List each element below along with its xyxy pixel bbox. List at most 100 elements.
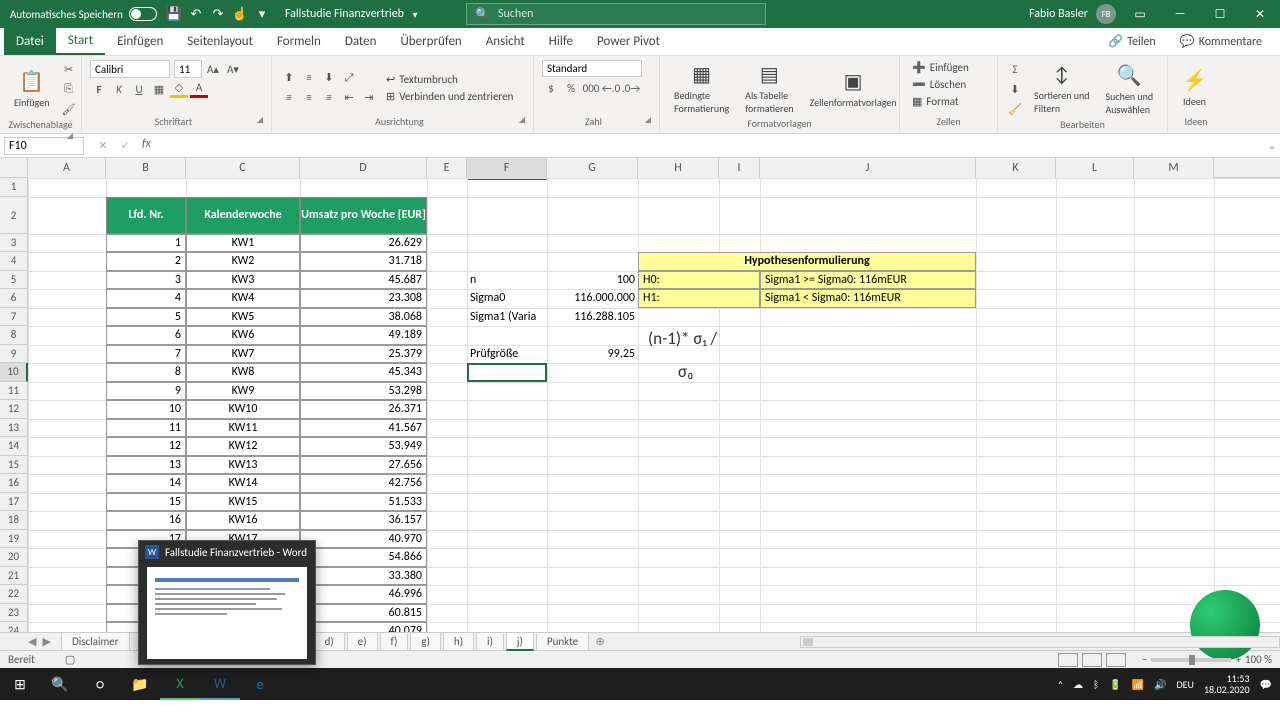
sheet-tab-d[interactable]: d) — [314, 633, 345, 651]
equation[interactable]: σ₀ — [678, 361, 758, 383]
table-cell[interactable]: 12 — [106, 437, 186, 456]
taskbar-word-icon[interactable]: W — [200, 668, 240, 700]
hypo-title[interactable]: Hypothesenformulierung — [638, 252, 976, 271]
row-header[interactable]: 22 — [0, 585, 28, 604]
cell-label[interactable]: Prüfgröße — [467, 345, 547, 364]
tab-data[interactable]: Daten — [333, 28, 389, 55]
increase-decimal-icon[interactable]: ←.0 — [602, 79, 620, 97]
table-cell[interactable]: 42.756 — [300, 474, 427, 493]
column-header[interactable]: B — [106, 158, 186, 178]
row-header[interactable]: 9 — [0, 345, 28, 364]
column-header[interactable]: G — [547, 158, 638, 178]
word-taskbar-preview[interactable]: W Fallstudie Finanzvertrieb - Word — [138, 540, 316, 665]
table-cell[interactable]: 51.533 — [300, 493, 427, 512]
table-cell[interactable]: 54.866 — [300, 548, 427, 567]
row-header[interactable]: 2 — [0, 197, 28, 234]
cell-value[interactable]: 99,25 — [547, 345, 638, 364]
align-center-icon[interactable]: ≡ — [300, 89, 318, 107]
find-select-button[interactable]: 🔍Suchen und Auswählen — [1100, 61, 1160, 118]
table-cell[interactable]: 26.629 — [300, 234, 427, 253]
maximize-icon[interactable]: ☐ — [1204, 0, 1236, 28]
row-header[interactable]: 1 — [0, 178, 28, 197]
start-button[interactable]: ⊞ — [0, 668, 40, 700]
view-pagebreak-icon[interactable] — [1106, 653, 1126, 667]
table-cell[interactable]: KW9 — [186, 382, 300, 401]
cell-styles-button[interactable]: ▣Zellenformatvorlagen — [804, 67, 903, 111]
add-sheet-button[interactable]: ⊕ — [591, 635, 609, 648]
column-header[interactable]: K — [976, 158, 1056, 178]
font-color-icon[interactable]: A — [190, 80, 208, 98]
column-header[interactable]: H — [638, 158, 719, 178]
row-header[interactable]: 24 — [0, 622, 28, 632]
percent-icon[interactable]: % — [562, 79, 580, 97]
align-top-icon[interactable]: ⬆ — [280, 69, 298, 87]
orientation-icon[interactable]: ⤢ — [340, 69, 358, 87]
table-cell[interactable]: 41.567 — [300, 419, 427, 438]
row-header[interactable]: 17 — [0, 493, 28, 512]
border-icon[interactable]: ▦ — [150, 80, 168, 98]
equation[interactable]: (n-1)* σ₁ / — [648, 328, 798, 350]
ribbon-options-icon[interactable]: ▭ — [1124, 0, 1156, 28]
fill-color-icon[interactable]: ◇ — [170, 80, 188, 98]
tray-cloud-icon[interactable]: ☁ — [1073, 678, 1083, 691]
align-right-icon[interactable]: ≡ — [320, 89, 338, 107]
tray-volume-icon[interactable]: 🔊 — [1154, 678, 1166, 691]
column-header[interactable]: D — [300, 158, 427, 178]
row-header[interactable]: 14 — [0, 437, 28, 456]
macro-record-icon[interactable]: ▢ — [65, 653, 75, 666]
sheet-tab-f[interactable]: f) — [380, 633, 409, 651]
touch-icon[interactable]: ☝ — [229, 3, 251, 25]
tab-help[interactable]: Hilfe — [537, 28, 585, 55]
table-cell[interactable]: 14 — [106, 474, 186, 493]
table-cell[interactable]: 7 — [106, 345, 186, 364]
table-cell[interactable]: KW3 — [186, 271, 300, 290]
table-cell[interactable]: KW13 — [186, 456, 300, 475]
table-cell[interactable]: 31.718 — [300, 252, 427, 271]
merge-button[interactable]: ⊞Verbinden und zentrieren — [382, 89, 517, 104]
table-cell[interactable]: 5 — [106, 308, 186, 327]
table-cell[interactable]: KW1 — [186, 234, 300, 253]
format-painter-icon[interactable]: 🖌 — [60, 100, 78, 118]
font-size-input[interactable] — [174, 60, 202, 78]
row-header[interactable]: 21 — [0, 567, 28, 586]
format-cells-button[interactable]: ▦Format — [908, 94, 963, 109]
cancel-icon[interactable]: ✕ — [94, 137, 112, 155]
align-middle-icon[interactable]: ≡ — [300, 69, 318, 87]
row-header[interactable]: 7 — [0, 308, 28, 327]
autosum-icon[interactable]: Σ — [1006, 60, 1024, 78]
sheet-tab-j[interactable]: j) — [506, 633, 534, 651]
column-header[interactable]: I — [719, 158, 760, 178]
decrease-font-icon[interactable]: A▾ — [224, 60, 242, 78]
addin-logo[interactable] — [1190, 590, 1260, 660]
row-header[interactable]: 10 — [0, 363, 28, 382]
taskbar-app1-icon[interactable]: 📁 — [120, 668, 160, 700]
table-cell[interactable]: KW2 — [186, 252, 300, 271]
row-header[interactable]: 3 — [0, 234, 28, 253]
user-name[interactable]: Fabio Basler — [1029, 7, 1088, 21]
zoom-slider[interactable] — [1151, 658, 1231, 662]
delete-cells-button[interactable]: ➖Löschen — [908, 77, 970, 92]
launcher-icon[interactable]: ◢ — [645, 115, 651, 125]
cell-value[interactable]: 100 — [547, 271, 638, 290]
share-button[interactable]: 🔗Teilen — [1098, 34, 1166, 49]
tray-language[interactable]: DEU — [1176, 678, 1193, 691]
row-header[interactable]: 8 — [0, 326, 28, 345]
table-cell[interactable]: 33.380 — [300, 567, 427, 586]
hypo-label[interactable]: H1: — [638, 289, 760, 308]
launcher-icon[interactable]: ◢ — [257, 115, 263, 125]
hypo-value[interactable]: Sigma1 < Sigma0: 116mEUR — [760, 289, 976, 308]
select-all[interactable] — [0, 158, 28, 177]
table-cell[interactable]: 36.157 — [300, 511, 427, 530]
table-cell[interactable]: 16 — [106, 511, 186, 530]
copy-icon[interactable]: ⎘ — [60, 80, 78, 98]
column-header[interactable]: L — [1056, 158, 1134, 178]
redo-icon[interactable]: ↷ — [207, 3, 229, 25]
row-header[interactable]: 13 — [0, 419, 28, 438]
paste-button[interactable]: 📋Einfügen — [8, 67, 56, 111]
table-cell[interactable]: KW10 — [186, 400, 300, 419]
ideas-button[interactable]: ⚡Ideen — [1176, 66, 1213, 110]
cell-label[interactable]: n — [467, 271, 547, 290]
table-cell[interactable]: 8 — [106, 363, 186, 382]
tab-file[interactable]: Datei — [4, 28, 56, 55]
number-format-input[interactable] — [542, 60, 642, 77]
